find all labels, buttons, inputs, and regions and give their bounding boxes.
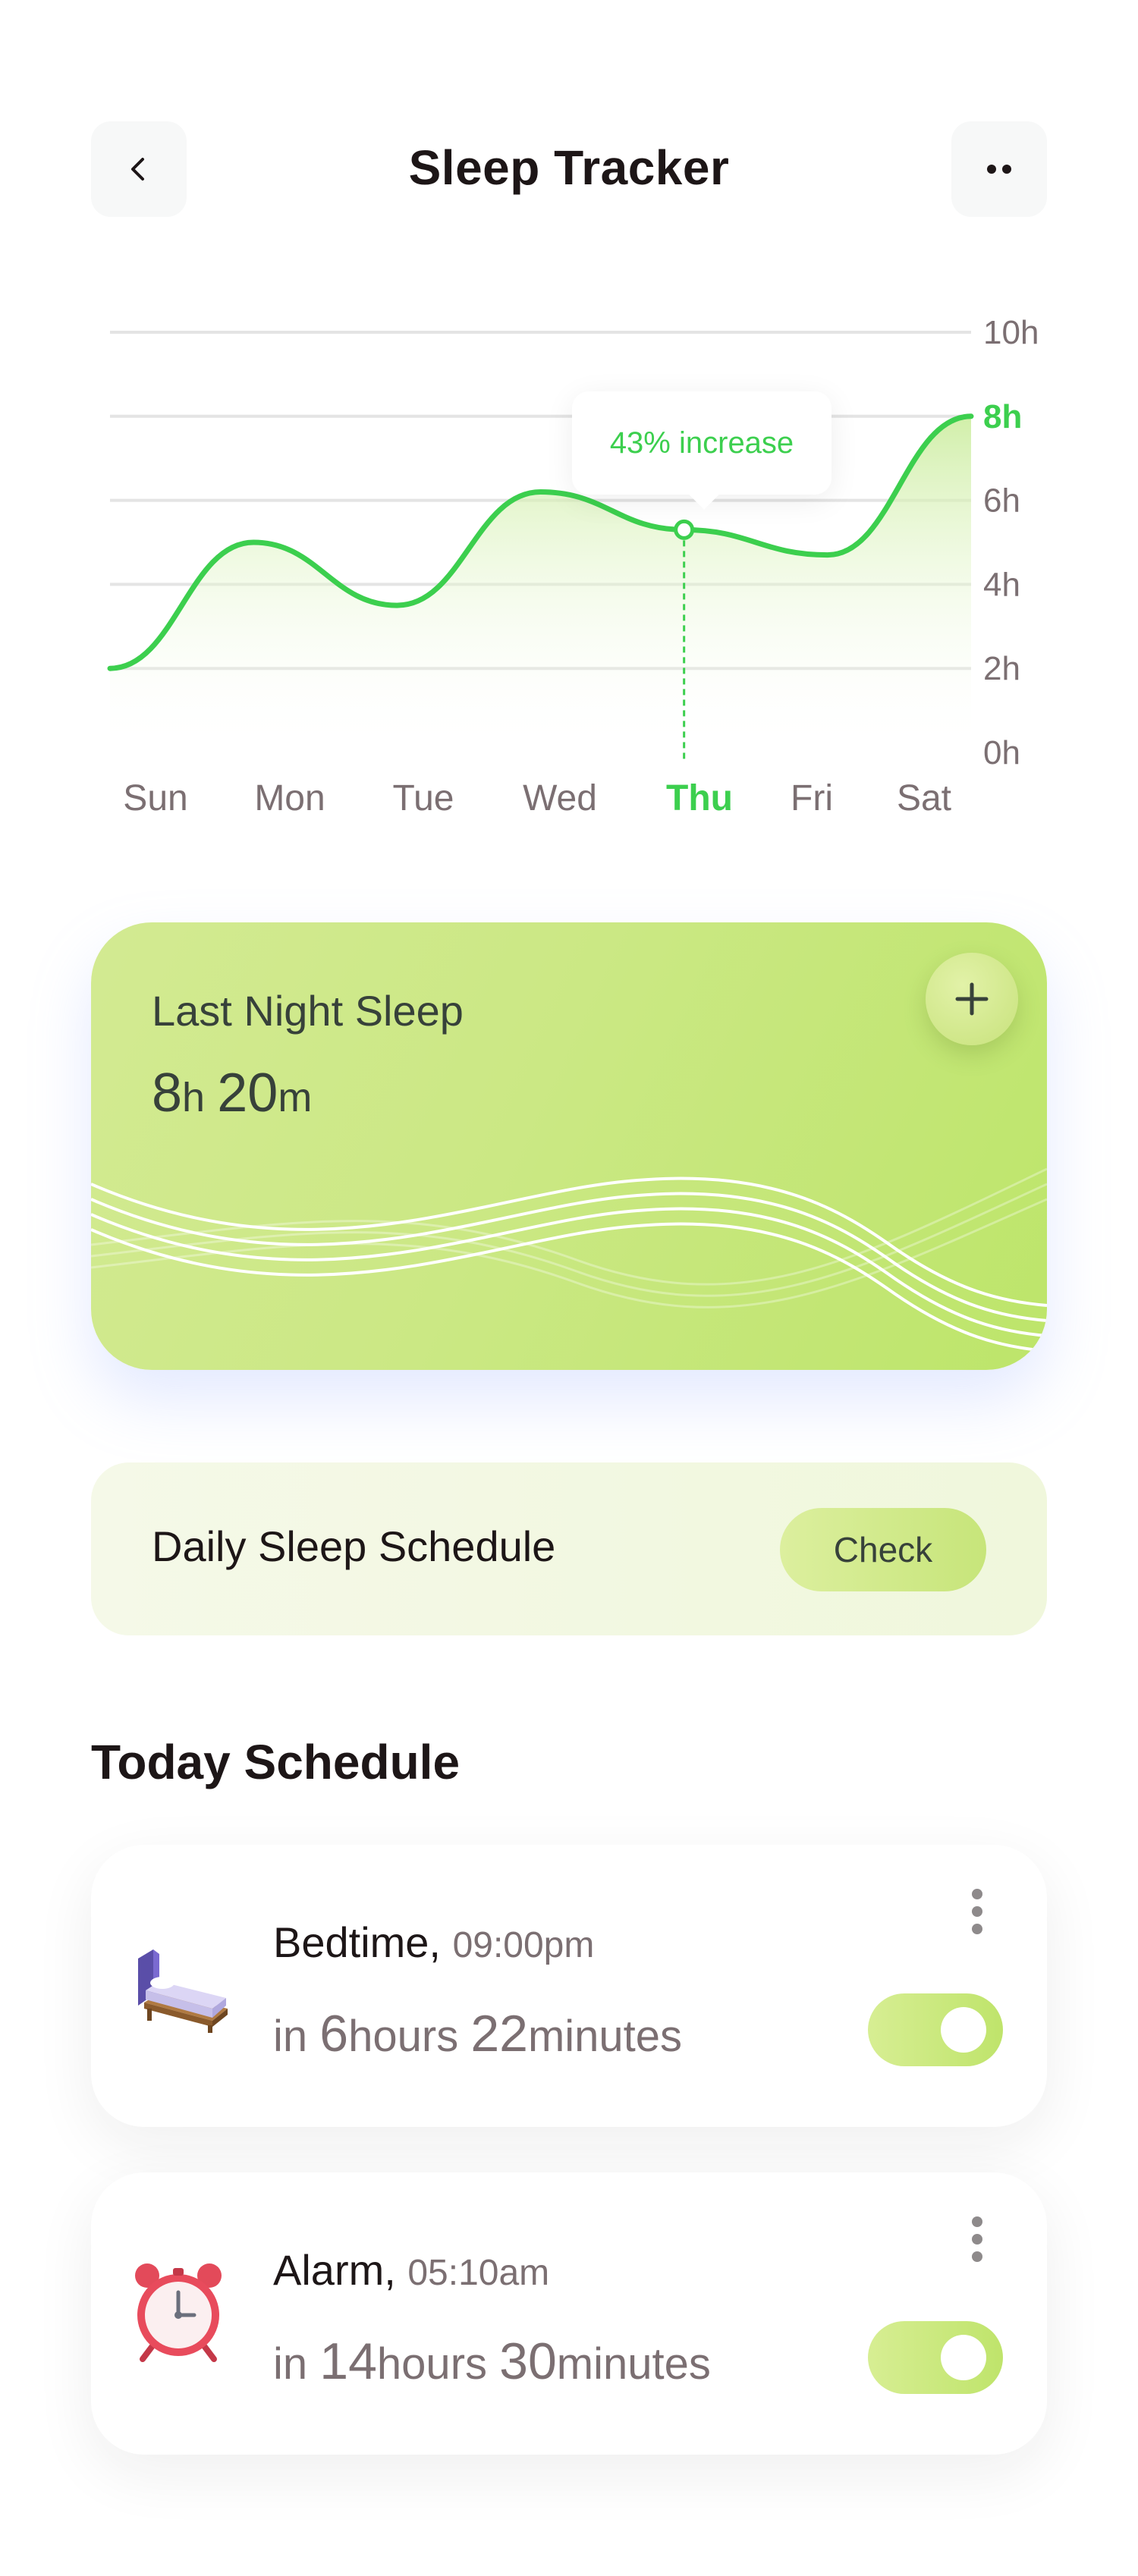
duration-minutes-unit: m: [278, 1075, 313, 1120]
alarm-hours: 14: [319, 2333, 377, 2390]
toggle-knob: [941, 2007, 986, 2053]
bedtime-title: Bedtime, 09:00pm: [273, 1918, 594, 1967]
alarm-title: Alarm, 05:10am: [273, 2245, 549, 2295]
bedtime-label: Bedtime,: [273, 1918, 441, 1966]
alarm-more-button[interactable]: [971, 2216, 983, 2262]
bedtime-hours-unit: hours: [348, 2012, 459, 2061]
daily-sleep-schedule-label: Daily Sleep Schedule: [152, 1522, 556, 1570]
y-tick-label: 0h: [983, 734, 1020, 771]
alarm-label: Alarm,: [273, 2246, 396, 2294]
plus-icon: [955, 982, 989, 1016]
y-tick-label: 6h: [983, 482, 1020, 520]
duration-hours: 8: [152, 1063, 183, 1123]
alarm-countdown-prefix: in: [273, 2339, 308, 2389]
bedtime-countdown-prefix: in: [273, 2012, 308, 2061]
alarm-hours-unit: hours: [376, 2339, 488, 2389]
alarm-clock-icon: [135, 2263, 222, 2362]
y-tick-label: 4h: [983, 566, 1020, 603]
x-tick-label: Wed: [523, 778, 597, 818]
y-tick-label: 2h: [983, 650, 1020, 687]
bedtime-more-button[interactable]: [971, 1889, 983, 1934]
x-tick-label: Mon: [254, 778, 325, 818]
alarm-time: 05:10am: [407, 2253, 550, 2293]
schedule-card-bedtime[interactable]: Bedtime, 09:00pm in 6hours 22minutes: [91, 1845, 1047, 2127]
more-button[interactable]: [951, 121, 1047, 217]
bedtime-minutes-unit: minutes: [527, 2012, 683, 2061]
check-button[interactable]: Check: [780, 1508, 986, 1591]
last-night-card[interactable]: Last Night Sleep 8h 20m: [91, 922, 1047, 1370]
y-tick-label: 10h: [983, 314, 1039, 351]
x-tick-label: Fri: [791, 778, 833, 818]
chart-area-fill: [110, 416, 971, 752]
bedtime-minutes: 22: [470, 2005, 528, 2062]
duration-hours-unit: h: [182, 1075, 206, 1120]
add-sleep-button[interactable]: [926, 953, 1018, 1045]
chart-tooltip: 43% increase: [572, 391, 831, 495]
more-horizontal-icon: [987, 165, 1011, 174]
bed-icon: [138, 1949, 228, 2033]
x-tick-label: Tue: [393, 778, 454, 818]
y-tick-label: 8h: [983, 398, 1022, 435]
sleep-chart: 0h 2h 4h 6h 8h 10h Sun Mon Tue Wed Thu Fri Sat: [107, 314, 1039, 818]
x-tick-label: Thu: [666, 778, 733, 818]
chart-highlight-point[interactable]: [674, 519, 695, 540]
alarm-toggle[interactable]: [868, 2321, 1003, 2394]
alarm-minutes-unit: minutes: [556, 2339, 711, 2389]
bedtime-toggle[interactable]: [868, 1993, 1003, 2066]
schedule-card-alarm[interactable]: Alarm, 05:10am in 14hours 30minutes: [91, 2172, 1047, 2455]
bedtime-time: 09:00pm: [452, 1925, 595, 1965]
toggle-knob: [941, 2335, 986, 2380]
daily-sleep-schedule-card: Daily Sleep Schedule Check: [91, 1462, 1047, 1635]
duration-minutes: 20: [217, 1063, 278, 1123]
last-night-duration: 8h 20m: [152, 1062, 312, 1124]
alarm-countdown: in 14hours 30minutes: [273, 2332, 711, 2391]
alarm-minutes: 30: [499, 2333, 557, 2390]
bedtime-hours: 6: [319, 2005, 349, 2062]
x-tick-label: Sat: [897, 778, 951, 818]
today-schedule-title: Today Schedule: [91, 1735, 461, 1789]
last-night-title: Last Night Sleep: [152, 987, 464, 1035]
x-tick-label: Sun: [123, 778, 187, 818]
bedtime-countdown: in 6hours 22minutes: [273, 2004, 682, 2063]
